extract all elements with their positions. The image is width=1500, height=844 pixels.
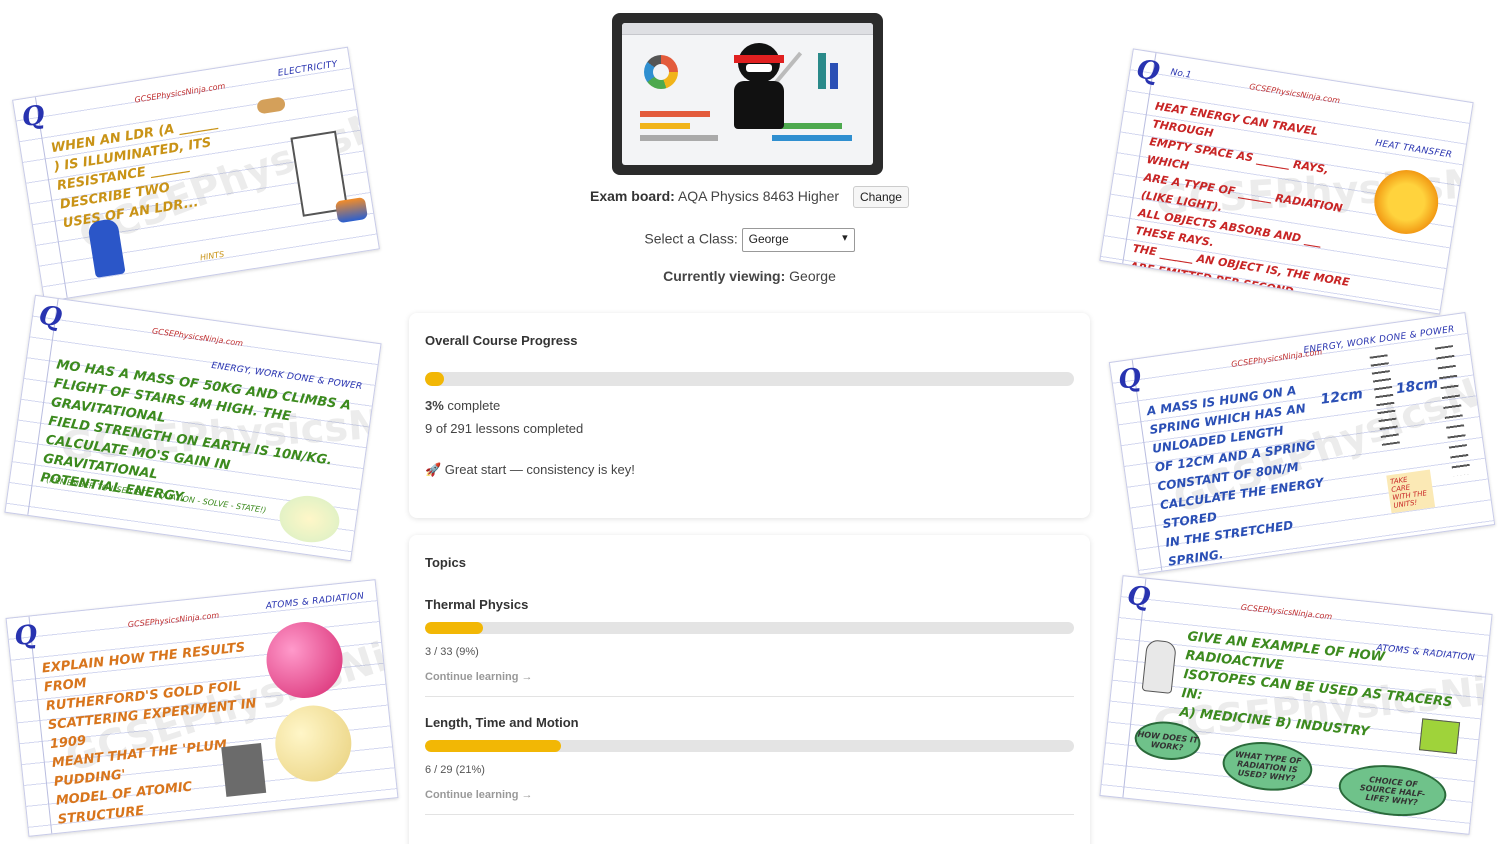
topic-progress-bar bbox=[425, 622, 1074, 634]
card-topic: Heat Transfer bbox=[1374, 138, 1453, 161]
class-select-label: Select a Class: bbox=[644, 230, 738, 247]
rutherford-portrait bbox=[221, 743, 267, 797]
card-question: A mass is hung on a spring which has an … bbox=[1146, 383, 1325, 569]
factory-icon bbox=[1418, 718, 1461, 755]
viewing-value: George bbox=[789, 268, 836, 284]
overall-progress-fill bbox=[425, 372, 445, 386]
flashcard-heat-transfer: Q No.1 GCSEPhysicsNinja.com Heat Transfe… bbox=[1099, 48, 1474, 315]
flashcard-atoms: Q GCSEPhysicsNinja.com Atoms & Radiation… bbox=[5, 579, 399, 837]
donut-chart-icon bbox=[644, 55, 678, 89]
card-topic: Energy, Work Done & Power bbox=[1303, 324, 1456, 356]
continue-learning-link[interactable]: Continue learning → bbox=[425, 789, 1074, 801]
laptop-screen bbox=[622, 23, 873, 165]
hint-bubble-3: Choice of source half-life? Why? bbox=[1336, 760, 1449, 822]
divider bbox=[425, 696, 1074, 697]
question-mark: Q bbox=[1125, 580, 1152, 614]
card-topic: Electricity bbox=[277, 59, 339, 79]
topics-panel: Topics Thermal Physics 3 / 33 (9%) Conti… bbox=[409, 535, 1090, 844]
ninja-head bbox=[738, 43, 780, 83]
flashcard-spring: Q GCSEPhysicsNinja.com Energy, Work Done… bbox=[1108, 311, 1496, 576]
topic-item: Thermal Physics 3 / 33 (9%) Continue lea… bbox=[425, 597, 1074, 697]
question-mark: Q bbox=[1134, 54, 1162, 88]
flashcard-tracers: Q GCSEPhysicsNinja.com Atoms & Radiation… bbox=[1099, 575, 1493, 835]
viewing-label: Currently viewing: bbox=[663, 268, 786, 284]
card-brand: GCSEPhysicsNinja.com bbox=[1248, 82, 1341, 106]
screen-line bbox=[640, 123, 690, 129]
ninja-mascot-icon bbox=[720, 43, 803, 143]
change-exam-board-button[interactable]: Change bbox=[852, 186, 909, 208]
nuclear-atom-icon bbox=[271, 701, 356, 786]
ninja-eyes bbox=[746, 64, 772, 72]
card-brand: GCSEPhysicsNinja.com bbox=[1240, 602, 1333, 622]
question-mark: Q bbox=[19, 100, 47, 134]
progress-percent: 3% bbox=[425, 398, 444, 413]
length-label-12: 12cm bbox=[1319, 386, 1364, 408]
overall-progress-bar bbox=[425, 372, 1074, 386]
divider bbox=[425, 814, 1074, 815]
screen-line bbox=[640, 135, 718, 141]
browser-bar bbox=[622, 23, 873, 35]
topic-progress-fill bbox=[425, 622, 484, 634]
card-question: When an LDR (a ______ ) is illuminated, … bbox=[50, 115, 219, 232]
ninja-headband bbox=[734, 55, 784, 63]
topic-name: Length, Time and Motion bbox=[425, 715, 579, 730]
flashcard-electricity: Q GCSEPhysicsNinja.com Electricity GCSEP… bbox=[12, 46, 380, 303]
screen-bar bbox=[818, 53, 826, 89]
progress-complete-word: complete bbox=[447, 398, 501, 413]
card-brand: GCSEPhysicsNinja.com bbox=[151, 326, 244, 349]
chevron-down-icon: ▾ bbox=[842, 232, 848, 244]
exam-board-label: Exam board: bbox=[590, 188, 675, 204]
card-topic: Atoms & Radiation bbox=[265, 591, 365, 612]
hint-bubble-2: What type of radiation is used? Why? bbox=[1220, 737, 1315, 795]
overall-progress-panel: Overall Course Progress 3% complete 9 of… bbox=[409, 313, 1090, 518]
topic-stat: 3 / 33 (9%) bbox=[425, 646, 479, 658]
card-brand: GCSEPhysicsNinja.com bbox=[133, 81, 226, 105]
screen-bar bbox=[830, 63, 838, 89]
class-select-row: Select a Class: George ▾ bbox=[409, 228, 1090, 252]
progress-message: 🚀 Great start — consistency is key! bbox=[425, 462, 635, 477]
flashcard-energy-work: Q GCSEPhysicsNinja.com Energy, Work Done… bbox=[4, 294, 382, 562]
card-note: Take care with the units! bbox=[1386, 469, 1436, 514]
card-hints: Hints bbox=[199, 249, 225, 263]
card-number: No.1 bbox=[1169, 67, 1192, 81]
card-question: Heat energy can travel through empty spa… bbox=[1126, 99, 1351, 305]
topic-progress-bar bbox=[425, 740, 1074, 752]
screen-line bbox=[640, 111, 710, 117]
topic-stat: 6 / 29 (21%) bbox=[425, 764, 485, 776]
class-select[interactable]: George ▾ bbox=[741, 228, 855, 252]
topics-title: Topics bbox=[425, 555, 466, 570]
question-mark: Q bbox=[13, 619, 39, 653]
exam-board-row: Exam board: AQA Physics 8463 Higher Chan… bbox=[409, 186, 1090, 208]
page: Q GCSEPhysicsNinja.com Electricity GCSEP… bbox=[0, 0, 1500, 844]
class-select-value: George bbox=[748, 232, 789, 246]
card-brand: GCSEPhysicsNinja.com bbox=[127, 610, 220, 630]
progress-title: Overall Course Progress bbox=[425, 333, 578, 348]
lessons-completed: 9 of 291 lessons completed bbox=[425, 421, 584, 436]
continue-learning-link[interactable]: Continue learning → bbox=[425, 671, 1074, 683]
hero-laptop-image bbox=[612, 13, 883, 175]
topic-progress-fill bbox=[425, 740, 562, 752]
main-column: Exam board: AQA Physics 8463 Higher Chan… bbox=[409, 0, 1090, 844]
sunset-icon bbox=[334, 196, 369, 224]
doctor-icon bbox=[1141, 639, 1177, 694]
progress-percent-line: 3% complete bbox=[425, 398, 1074, 413]
question-mark: Q bbox=[37, 300, 64, 334]
torch-icon bbox=[256, 96, 287, 115]
topic-item: Length, Time and Motion 6 / 29 (21%) Con… bbox=[425, 715, 1074, 815]
currently-viewing: Currently viewing: George bbox=[409, 268, 1090, 284]
exam-board-value: AQA Physics 8463 Higher bbox=[677, 188, 840, 204]
card-question: Explain how the results from Rutherford'… bbox=[41, 640, 258, 837]
topic-name: Thermal Physics bbox=[425, 597, 529, 612]
ninja-body bbox=[734, 81, 784, 129]
question-mark: Q bbox=[1116, 362, 1144, 396]
